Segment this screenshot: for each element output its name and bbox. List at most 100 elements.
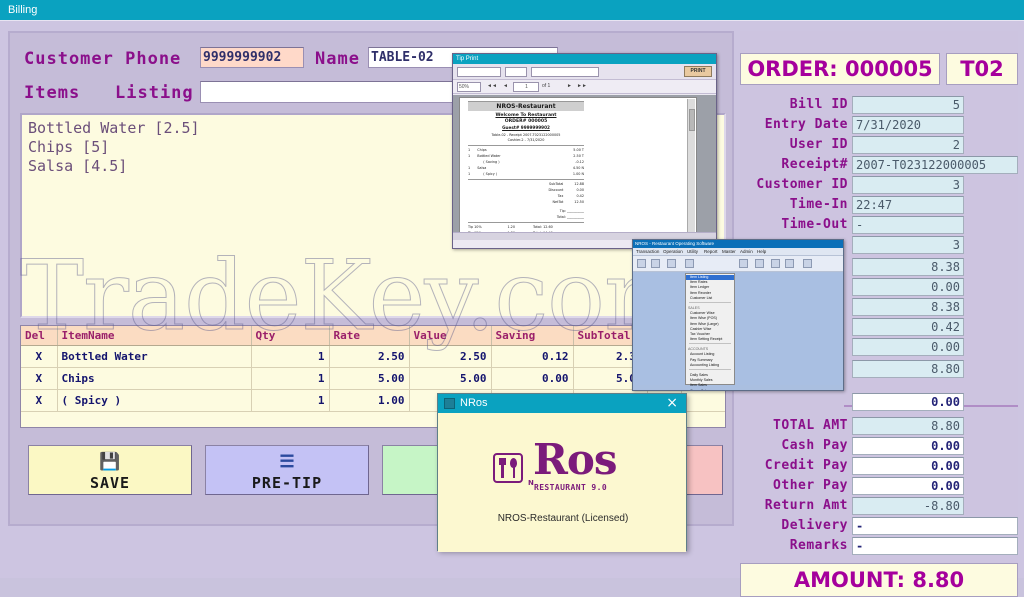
name-label: Name <box>315 49 360 69</box>
save-button[interactable]: 💾 SAVE <box>28 445 192 495</box>
field-customer-id: Customer ID 3 <box>740 176 1018 196</box>
window-body: Customer Phone 9999999902 Name TABLE-02 … <box>0 20 1024 597</box>
export-icon[interactable] <box>739 259 748 268</box>
field-return-amt: Return Amt -8.80 <box>740 497 1018 517</box>
discount-value: 0.00 <box>852 278 964 296</box>
customer-id-value: 3 <box>852 176 964 194</box>
download-icon[interactable] <box>755 259 764 268</box>
other-pay-input[interactable]: 0.00 <box>852 477 964 495</box>
field-tip: 0.00 <box>740 393 1018 413</box>
cell-rate: 1.00 <box>329 389 410 412</box>
preview-scrollbar[interactable] <box>687 99 695 237</box>
remarks-input[interactable]: - <box>852 537 1018 555</box>
cell-qty: 1 <box>251 367 330 390</box>
report-canvas <box>633 273 843 385</box>
delete-row-button[interactable]: X <box>21 367 58 390</box>
copies-select[interactable] <box>505 67 527 77</box>
receipt-total-line: Total: __________ <box>556 215 584 219</box>
grid-icon[interactable] <box>785 259 794 268</box>
menu-separator <box>689 369 731 372</box>
menu-item-group-sales[interactable]: Group Sales <box>686 389 734 390</box>
report-dropdown-menu[interactable]: Item Listing Item Rates Item Ledger Item… <box>685 273 735 390</box>
menu-separator <box>689 343 731 346</box>
field-credit-pay: Credit Pay 0.00 <box>740 457 1018 477</box>
zoom-icon[interactable] <box>771 259 780 268</box>
menu-transaction[interactable]: Transaction <box>636 249 659 255</box>
gross-value: 8.38 <box>852 258 964 276</box>
field-remarks: Remarks - <box>740 537 1018 557</box>
new-icon[interactable] <box>637 259 646 268</box>
other-pay-label: Other Pay <box>773 478 848 493</box>
print-preview-window[interactable]: Tip Print PRINT 50% ◄◄ ◄ 1 of 1 ► ►► NRO… <box>452 53 717 249</box>
close-icon[interactable]: × <box>666 394 678 413</box>
service-value: 0.00 <box>852 338 964 356</box>
menu-help[interactable]: Help <box>757 249 766 255</box>
printer-select[interactable] <box>457 67 501 77</box>
save-icon[interactable] <box>685 259 694 268</box>
cash-pay-input[interactable]: 0.00 <box>852 437 964 455</box>
customer-phone-input[interactable]: 9999999902 <box>200 47 304 68</box>
menu-admin[interactable]: Admin <box>740 249 753 255</box>
print-preview-titlebar: Tip Print <box>453 54 716 64</box>
nros-dialog-titlebar: NRos × <box>438 394 686 413</box>
print-preview-toolbar-bottom: 50% ◄◄ ◄ 1 of 1 ► ►► <box>453 80 716 94</box>
print-button[interactable]: PRINT <box>684 66 712 77</box>
receipt-line: 1( Spicy ) 1.00 N <box>468 171 584 176</box>
field-bill-id: Bill ID 5 <box>740 96 1018 116</box>
app-icon <box>444 398 455 409</box>
cut-icon[interactable] <box>667 259 676 268</box>
report-window-titlebar: NROS - Restaurant Operating Software <box>633 240 843 248</box>
field-receipt-number: Receipt# 2007-T023122000005 <box>740 156 1018 176</box>
customer-phone-label: Customer Phone <box>24 49 182 69</box>
entry-date-value: 7/31/2020 <box>852 116 964 134</box>
tip-input[interactable]: 0.00 <box>852 393 964 411</box>
credit-pay-input[interactable]: 0.00 <box>852 457 964 475</box>
receipt-number-value: 2007-T023122000005 <box>852 156 1018 174</box>
menu-item-setting-receipt[interactable]: Item Setting Receipt <box>686 337 734 342</box>
col-rate: Rate <box>329 326 410 346</box>
cell-itemname: Bottled Water <box>57 345 252 368</box>
window-titlebar: Billing <box>0 0 1024 20</box>
cell-value: 5.00 <box>409 367 492 390</box>
field-user-id: User ID 2 <box>740 136 1018 156</box>
total-amt-label: TOTAL AMT <box>773 418 848 433</box>
menu-master[interactable]: Master <box>722 249 736 255</box>
print-preview-toolbar-top: PRINT <box>453 64 716 80</box>
nros-about-dialog[interactable]: NRos × N Ros RESTAURANT 9.0 NROS-Restaur… <box>437 393 687 552</box>
remarks-label: Remarks <box>789 538 848 553</box>
menu-report[interactable]: Report <box>704 249 718 255</box>
floppy-disk-icon: 💾 <box>99 452 121 472</box>
menu-item-customer-list[interactable]: Customer List <box>686 296 734 301</box>
delete-row-button[interactable]: X <box>21 345 58 368</box>
time-in-value: 22:47 <box>852 196 964 214</box>
return-amt-value: -8.80 <box>852 497 964 515</box>
table-row[interactable]: X Bottled Water 1 2.50 2.50 0.12 2.38 T … <box>21 345 725 368</box>
first-page-icon[interactable]: ◄◄ <box>487 83 497 89</box>
last-page-icon[interactable]: ►► <box>577 83 587 89</box>
page-number-input[interactable]: 1 <box>513 82 539 92</box>
table-row[interactable]: X Chips 1 5.00 5.00 0.00 5.00 T + <box>21 367 725 390</box>
next-page-icon[interactable]: ► <box>567 83 572 89</box>
receipt-meta2: Cashier-2 - 7/31/2020 <box>507 138 545 142</box>
item-count-value: 3 <box>852 236 964 254</box>
cell-rate: 5.00 <box>329 367 410 390</box>
open-icon[interactable] <box>651 259 660 268</box>
zoom-select[interactable]: 50% <box>457 82 481 92</box>
pre-tip-button[interactable]: ☰ PRE-TIP <box>205 445 369 495</box>
menu-operation[interactable]: Operation <box>663 249 683 255</box>
prev-page-icon[interactable]: ◄ <box>503 83 508 89</box>
menu-item-accounting-listing[interactable]: Accounting Listing <box>686 363 734 368</box>
report-window[interactable]: NROS - Restaurant Operating Software Tra… <box>632 239 844 391</box>
scrollbar-thumb[interactable] <box>689 109 695 131</box>
cell-qty: 1 <box>251 389 330 412</box>
misc-icon[interactable] <box>803 259 812 268</box>
menu-utility[interactable]: Utility <box>687 249 698 255</box>
report-toolbar <box>633 256 843 272</box>
listing-label: Listing <box>115 83 194 103</box>
cutlery-box-icon <box>493 453 523 483</box>
printer-name-field[interactable] <box>531 67 599 77</box>
add-row-button[interactable] <box>681 389 725 412</box>
delete-row-button[interactable]: X <box>21 389 58 412</box>
save-button-label: SAVE <box>89 474 131 492</box>
delivery-input[interactable]: - <box>852 517 1018 535</box>
